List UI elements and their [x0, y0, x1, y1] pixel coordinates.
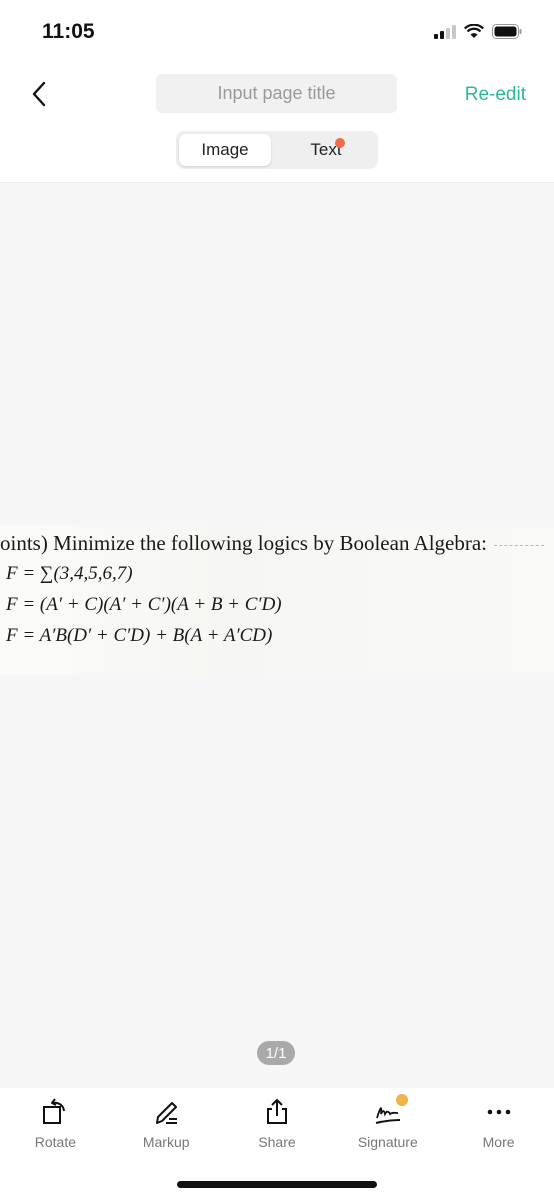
- document-dash: [494, 545, 544, 546]
- page-canvas: oints) Minimize the following logics by …: [0, 182, 554, 1088]
- page-indicator: 1/1: [257, 1041, 295, 1065]
- back-button[interactable]: [24, 76, 54, 112]
- status-bar: 11:05: [0, 0, 554, 66]
- battery-icon: [492, 24, 522, 39]
- document-equation-3: F = A′B(D′ + C′D) + B(A + A′CD): [6, 625, 273, 646]
- view-mode-segmented-control: Image Text: [176, 131, 378, 169]
- text-tab-badge-dot: [335, 138, 345, 148]
- reedit-button[interactable]: Re-edit: [465, 84, 526, 106]
- rotate-label: Rotate: [34, 1134, 77, 1150]
- signal-icon: [434, 24, 456, 39]
- nav-bar: Re-edit: [0, 66, 554, 122]
- home-indicator: [177, 1181, 377, 1188]
- markup-button[interactable]: Markup: [111, 1088, 222, 1158]
- status-time: 11:05: [42, 20, 95, 43]
- more-icon: [487, 1109, 510, 1115]
- markup-label: Markup: [142, 1134, 190, 1150]
- signature-label: Signature: [357, 1134, 418, 1150]
- document-equation-2: F = (A′ + C)(A′ + C′)(A + B + C′D): [6, 594, 282, 615]
- more-button[interactable]: More: [443, 1088, 554, 1158]
- share-icon: [266, 1099, 287, 1124]
- status-icons: [434, 24, 522, 39]
- page-title-input[interactable]: [156, 74, 397, 113]
- pen-icon: [156, 1102, 178, 1124]
- document-equation-1: F = ∑(3,4,5,6,7): [6, 563, 133, 584]
- share-label: Share: [258, 1134, 296, 1150]
- share-button[interactable]: Share: [222, 1088, 333, 1158]
- document-heading: oints) Minimize the following logics by …: [0, 531, 488, 555]
- wifi-icon: [464, 24, 484, 38]
- rotate-button[interactable]: Rotate: [0, 1088, 111, 1158]
- rotate-icon: [43, 1098, 66, 1124]
- chevron-left-icon: [32, 81, 46, 107]
- tab-text[interactable]: Text: [280, 134, 372, 166]
- scanned-document-image[interactable]: oints) Minimize the following logics by …: [0, 525, 554, 675]
- tab-image[interactable]: Image: [179, 134, 271, 166]
- more-label: More: [482, 1134, 515, 1150]
- bottom-toolbar: Rotate Markup Share Signature More: [0, 1088, 554, 1158]
- premium-crown-icon: [395, 1094, 408, 1106]
- signature-button[interactable]: Signature: [332, 1088, 443, 1158]
